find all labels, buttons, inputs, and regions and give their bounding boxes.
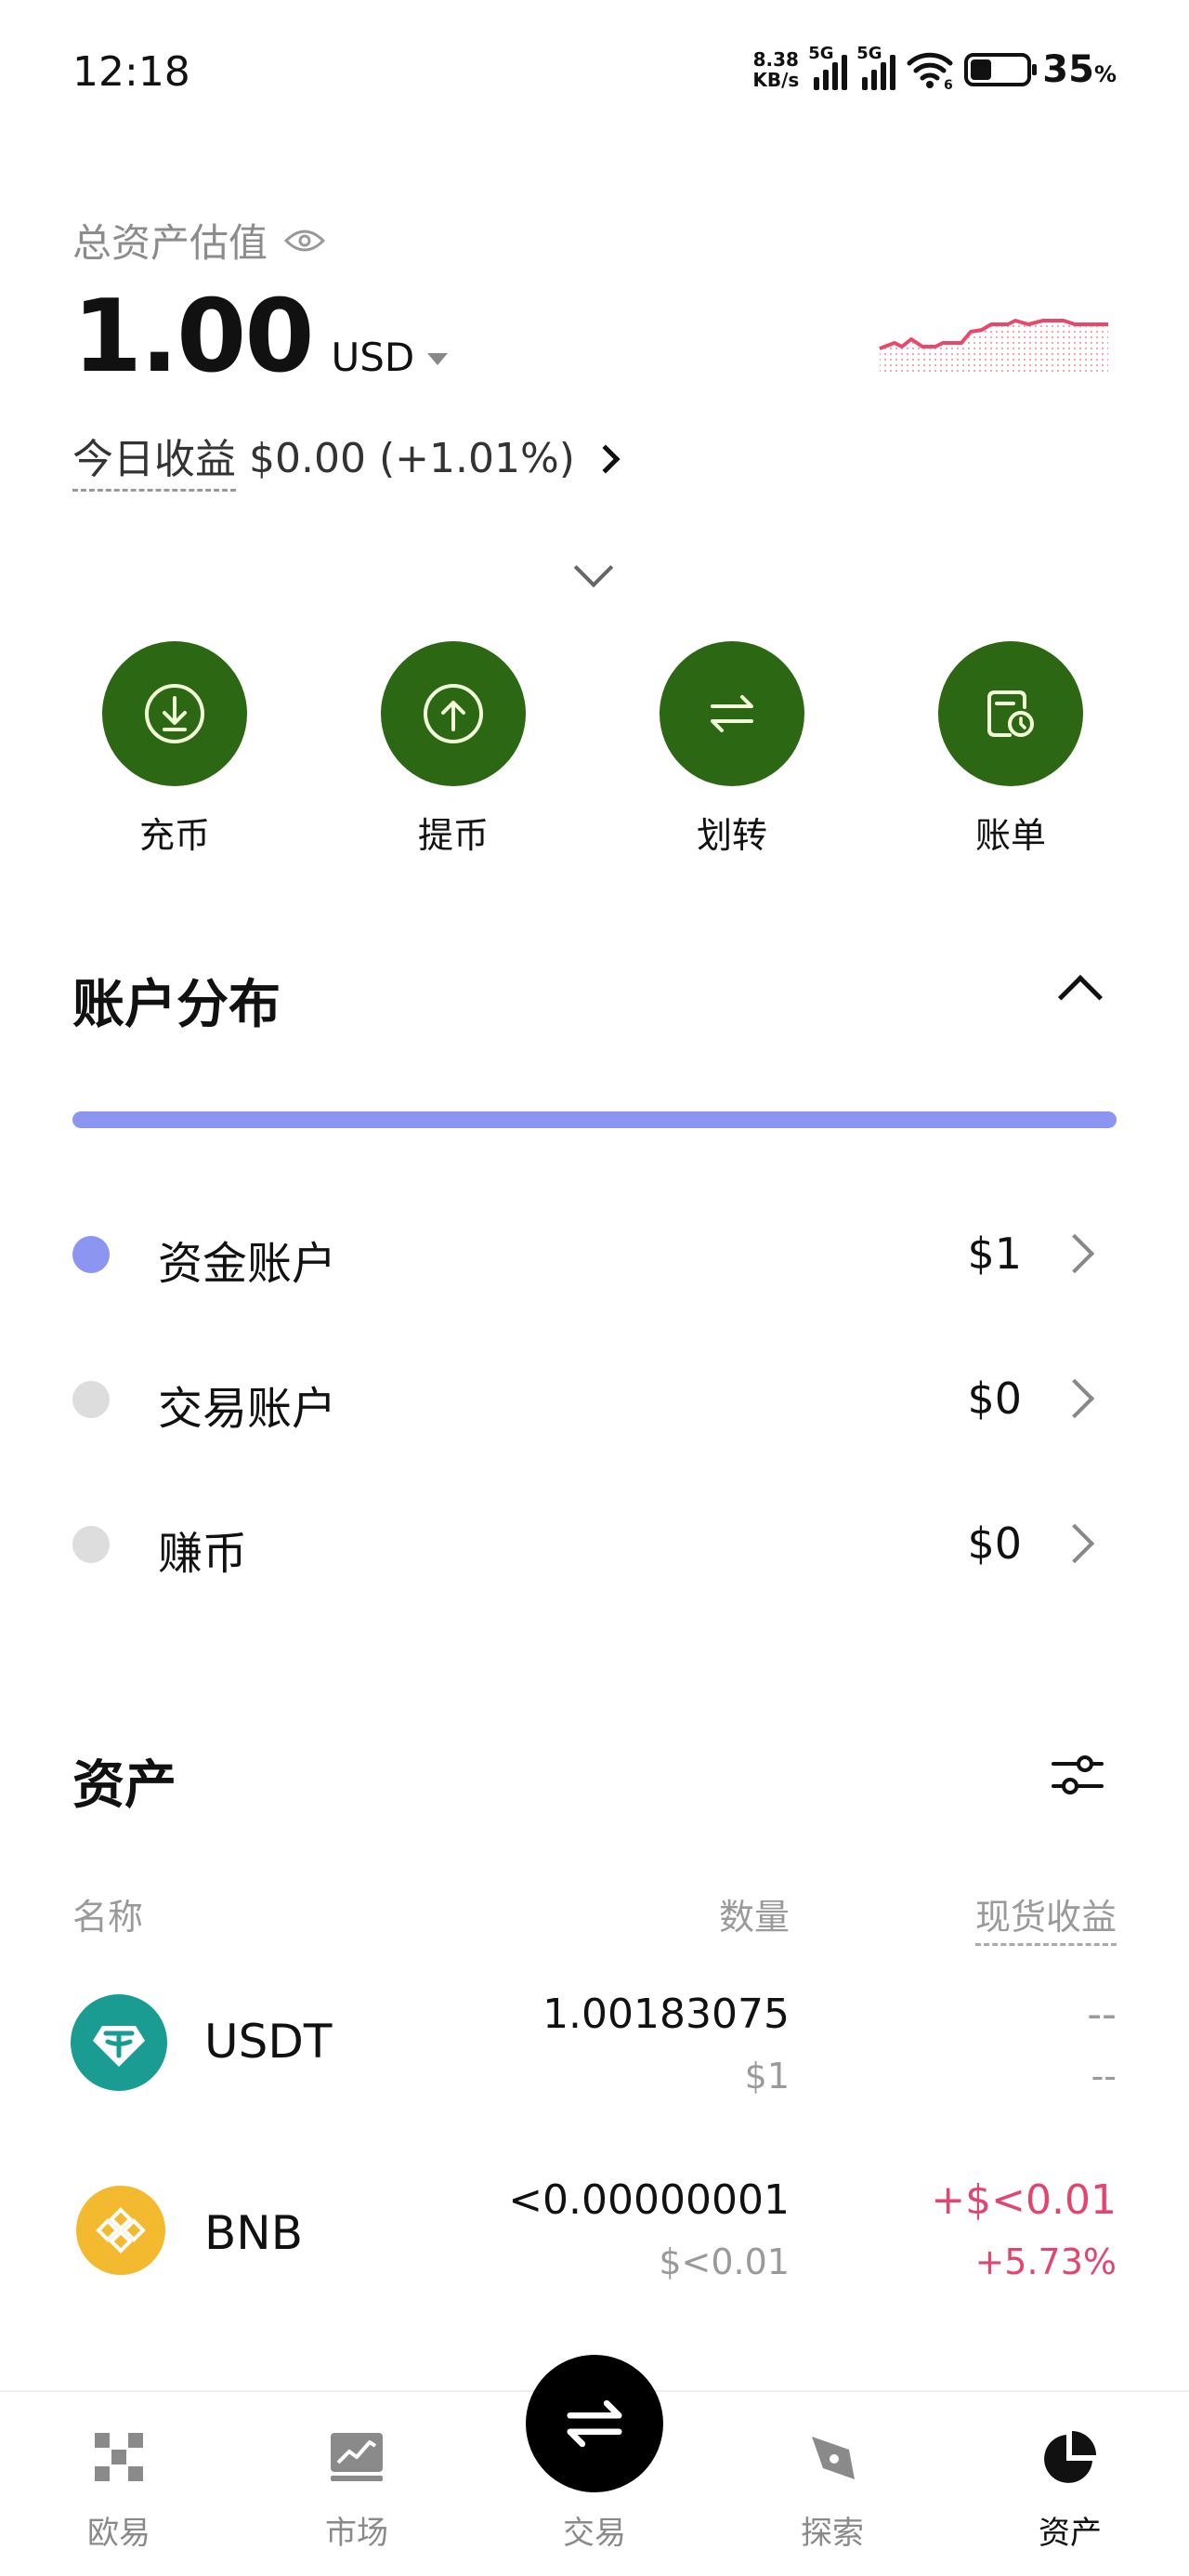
bill-icon xyxy=(987,690,1034,737)
balance-sparkline[interactable] xyxy=(878,302,1110,386)
battery-percent: 35% xyxy=(1042,48,1117,91)
trade-button[interactable] xyxy=(526,2355,663,2492)
today-pnl[interactable]: 今日收益 $0.00 (+1.01%) xyxy=(72,426,621,492)
withdraw-icon xyxy=(424,684,483,743)
status-icons: 8.38 KB/s 5G 5G 6 35% xyxy=(752,44,1117,91)
transfer-button[interactable]: 划转 xyxy=(639,641,825,858)
chevron-right-icon[interactable] xyxy=(1054,1233,1095,1274)
distribution-bar xyxy=(72,1111,1117,1128)
bottom-tab-bar: 欧易 市场 交易 探索 资产 xyxy=(0,2355,1189,2576)
column-spot-pnl[interactable]: 现货收益 xyxy=(974,1888,1117,1946)
total-balance: 1.00 USD xyxy=(72,279,449,395)
account-row-funding[interactable]: 资金账户 $1 xyxy=(0,1208,1189,1301)
bnb-logo-icon xyxy=(76,2186,165,2275)
chevron-up-icon[interactable] xyxy=(1057,974,1104,1020)
column-quantity: 数量 xyxy=(718,1897,790,1938)
signal-icon: 5G xyxy=(856,44,896,90)
network-speed: 8.38 KB/s xyxy=(752,48,800,91)
tab-okx[interactable]: 欧易 xyxy=(45,2392,193,2553)
usdt-logo-icon xyxy=(71,1994,167,2091)
filter-settings-icon[interactable] xyxy=(1048,1745,1107,1805)
account-dot xyxy=(72,1526,110,1563)
trade-swap-icon xyxy=(567,2399,622,2448)
explore-compass-icon xyxy=(812,2437,855,2479)
tab-trade[interactable]: 交易 xyxy=(520,2355,669,2553)
currency-selector[interactable]: USD xyxy=(331,335,414,380)
balance-amount: 1.00 xyxy=(72,279,314,395)
signal-icon: 5G xyxy=(808,44,848,90)
column-name: 名称 xyxy=(72,1897,144,1938)
total-assets-label: 总资产估值 xyxy=(72,212,326,269)
account-dot xyxy=(72,1236,110,1273)
chevron-down-icon[interactable] xyxy=(573,547,614,588)
market-chart-icon xyxy=(331,2433,383,2481)
battery-icon xyxy=(964,53,1038,86)
chevron-right-icon[interactable] xyxy=(1054,1378,1095,1419)
wifi-icon: 6 xyxy=(907,52,953,89)
account-row-trading[interactable]: 交易账户 $0 xyxy=(0,1353,1189,1446)
assets-pie-icon xyxy=(1044,2431,1096,2483)
account-row-earn[interactable]: 赚币 $0 xyxy=(0,1498,1189,1591)
deposit-button[interactable]: 充币 xyxy=(82,641,268,858)
status-time: 12:18 xyxy=(72,48,190,96)
asset-row-usdt[interactable]: USDT 1.00183075 $1 -- -- xyxy=(0,1970,1189,2147)
tab-explore[interactable]: 探索 xyxy=(758,2392,907,2553)
tab-assets[interactable]: 资产 xyxy=(996,2392,1144,2553)
tab-market[interactable]: 市场 xyxy=(282,2392,431,2553)
distribution-title: 账户分布 xyxy=(72,975,281,1035)
caret-down-icon[interactable] xyxy=(427,353,449,365)
assets-title: 资产 xyxy=(72,1755,176,1816)
account-dot xyxy=(72,1381,110,1418)
svg-text:6: 6 xyxy=(944,78,953,89)
status-bar: 12:18 8.38 KB/s 5G 5G 6 35% xyxy=(0,0,1189,149)
deposit-icon xyxy=(145,684,204,743)
bill-button[interactable]: 账单 xyxy=(918,641,1104,858)
chevron-right-icon[interactable] xyxy=(591,443,621,474)
asset-row-bnb[interactable]: BNB <0.00000001 $<0.01 +$<0.01 +5.73% xyxy=(0,2162,1189,2338)
quick-actions: 充币 提币 划转 账单 xyxy=(0,641,1189,864)
withdraw-button[interactable]: 提币 xyxy=(360,641,546,858)
transfer-icon xyxy=(711,695,753,732)
eye-icon[interactable] xyxy=(284,228,326,254)
okx-logo-icon xyxy=(95,2433,143,2481)
today-pnl-value: $0.00 (+1.01%) xyxy=(249,435,575,482)
chevron-right-icon[interactable] xyxy=(1054,1523,1095,1564)
